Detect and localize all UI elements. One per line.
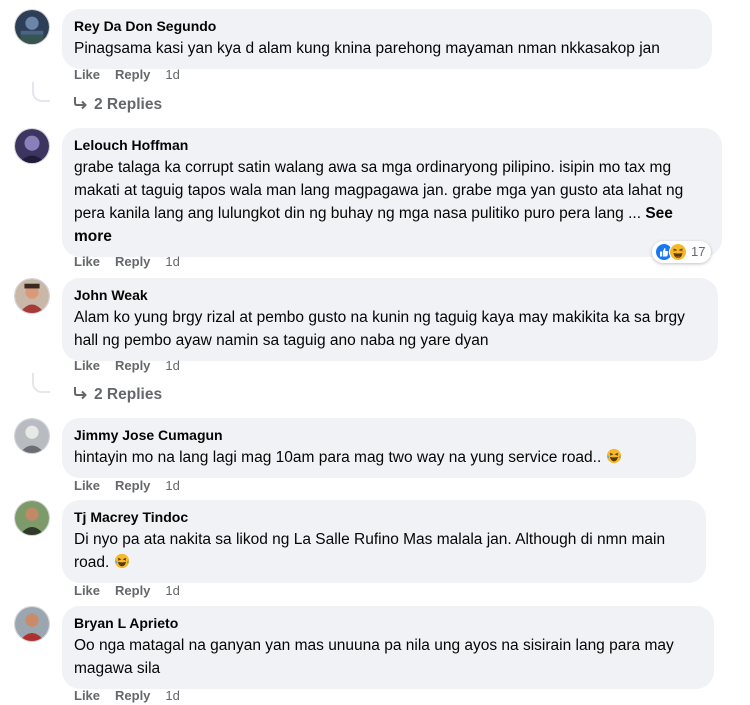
comment-timestamp[interactable]: 1d: [165, 67, 179, 83]
comment-author[interactable]: Rey Da Don Segundo: [74, 17, 700, 35]
avatar[interactable]: [14, 418, 50, 454]
comment-timestamp[interactable]: 1d: [165, 583, 179, 599]
comment-text: grabe talaga ka corrupt satin walang awa…: [74, 156, 710, 248]
avatar[interactable]: [14, 606, 50, 642]
comment-text-body: grabe talaga ka corrupt satin walang awa…: [74, 159, 684, 222]
reaction-count: 17: [691, 244, 706, 259]
comment-text-body: hintayin mo na lang lagi mag 10am para m…: [74, 449, 602, 466]
reply-arrow-icon: [74, 387, 87, 400]
comment-text: Di nyo pa ata nakita sa likod ng La Sall…: [74, 528, 694, 574]
reply-button[interactable]: Reply: [115, 254, 150, 270]
comment-actions: Like Reply 1d: [74, 583, 180, 599]
reaction-summary[interactable]: 17: [652, 241, 712, 263]
view-replies-link[interactable]: 2 Replies: [72, 385, 162, 405]
comment-actions: Like Reply 1d: [74, 358, 180, 374]
haha-reaction-icon: [669, 243, 687, 261]
comment-bubble: Bryan L Aprieto Oo nga matagal na ganyan…: [62, 606, 714, 689]
reply-button[interactable]: Reply: [115, 478, 150, 494]
comment-text: Alam ko yung brgy rizal at pembo gusto n…: [74, 309, 685, 349]
replies-label: 2 Replies: [94, 386, 163, 403]
comment-text: hintayin mo na lang lagi mag 10am para m…: [74, 446, 684, 469]
comment-timestamp[interactable]: 1d: [165, 254, 179, 270]
comment-actions: Like Reply 1d: [74, 688, 180, 704]
comment-bubble: Jimmy Jose Cumagun hintayin mo na lang l…: [62, 418, 696, 478]
avatar[interactable]: [14, 278, 50, 314]
thread-connector: [32, 82, 50, 102]
comment-bubble: John Weak Alam ko yung brgy rizal at pem…: [62, 278, 718, 361]
comment-text: Oo nga matagal na ganyan yan mas unuuna …: [74, 637, 674, 677]
comment-bubble: Tj Macrey Tindoc Di nyo pa ata nakita sa…: [62, 500, 706, 583]
like-button[interactable]: Like: [74, 67, 100, 83]
comment-actions: Like Reply 1d: [74, 478, 180, 494]
avatar[interactable]: [14, 128, 50, 164]
like-button[interactable]: Like: [74, 478, 100, 494]
comment-author[interactable]: John Weak: [74, 286, 706, 304]
like-button[interactable]: Like: [74, 583, 100, 599]
comment-text-body: Di nyo pa ata nakita sa likod ng La Sall…: [74, 531, 666, 571]
laughing-emoji-icon: [114, 553, 129, 569]
reply-button[interactable]: Reply: [115, 67, 150, 83]
like-button[interactable]: Like: [74, 688, 100, 704]
comment-actions: Like Reply 1d: [74, 67, 180, 83]
reply-arrow-icon: [74, 97, 87, 110]
comment-actions: Like Reply 1d: [74, 254, 180, 270]
reply-button[interactable]: Reply: [115, 688, 150, 704]
comment-text: Pinagsama kasi yan kya d alam kung knina…: [74, 40, 660, 57]
comment-timestamp[interactable]: 1d: [165, 358, 179, 374]
reply-button[interactable]: Reply: [115, 358, 150, 374]
avatar[interactable]: [14, 500, 50, 536]
view-replies-link[interactable]: 2 Replies: [72, 95, 162, 115]
comment-bubble: Lelouch Hoffman grabe talaga ka corrupt …: [62, 128, 722, 257]
avatar[interactable]: [14, 9, 50, 45]
comment-timestamp[interactable]: 1d: [165, 688, 179, 704]
reply-button[interactable]: Reply: [115, 583, 150, 599]
like-button[interactable]: Like: [74, 254, 100, 270]
comment-author[interactable]: Jimmy Jose Cumagun: [74, 426, 684, 444]
laughing-emoji-icon: [606, 448, 621, 464]
replies-label: 2 Replies: [94, 96, 163, 113]
like-button[interactable]: Like: [74, 358, 100, 374]
thread-connector: [32, 373, 50, 393]
comment-author[interactable]: Bryan L Aprieto: [74, 614, 702, 632]
comment-author[interactable]: Lelouch Hoffman: [74, 136, 710, 154]
comment-bubble: Rey Da Don Segundo Pinagsama kasi yan ky…: [62, 9, 712, 69]
comment-author[interactable]: Tj Macrey Tindoc: [74, 508, 694, 526]
comment-timestamp[interactable]: 1d: [165, 478, 179, 494]
